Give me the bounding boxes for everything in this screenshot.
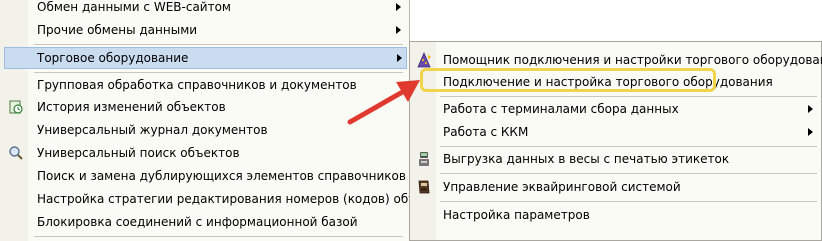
submenu-arrow-icon [396, 3, 401, 11]
menu-separator [440, 146, 817, 147]
submenu-item-kkm[interactable]: Работа с ККМ [410, 121, 821, 143]
menu-item-universal-search[interactable]: Универсальный поиск объектов [0, 142, 409, 164]
submenu-arrow-icon [808, 105, 813, 113]
menu-separator [440, 201, 817, 202]
menu-separator [34, 44, 403, 45]
menu-item-label: Обмен данными с WEB-сайтом [37, 0, 231, 14]
annotation-arrow-icon [347, 80, 420, 125]
menu-item-other-exchange[interactable]: Прочие обмены данными [0, 19, 409, 41]
submenu-item-scales-export[interactable]: Выгрузка данных в весы с печатью этикето… [410, 148, 821, 170]
menu-separator [440, 173, 817, 174]
menu-item-duplicates[interactable]: Поиск и замена дублирующихся элементов с… [0, 165, 409, 187]
submenu-item-label: Выгрузка данных в весы с печатью этикето… [443, 152, 730, 166]
menu-item-lock-connections[interactable]: Блокировка соединений с информационной б… [0, 211, 409, 233]
submenu-arrow-icon [808, 128, 813, 136]
menu-item-label: Настройка стратегии редактирования номер… [37, 192, 453, 206]
scales-icon [415, 150, 433, 168]
menu-separator [440, 96, 817, 97]
menu-item-numbering-strategy[interactable]: Настройка стратегии редактирования номер… [0, 188, 453, 210]
menu-item-label: Групповая обработка справочников и докум… [37, 78, 357, 92]
annotation-highlight-box [420, 68, 716, 92]
menu-item-label: Торговое оборудование [37, 51, 189, 65]
submenu-arrow-icon [396, 26, 401, 34]
card-terminal-icon [415, 178, 433, 196]
menu-separator [34, 236, 403, 237]
menu-item-label: Прочие обмены данными [37, 23, 198, 37]
menu-item-web-exchange[interactable]: Обмен данными с WEB-сайтом [0, 0, 409, 18]
submenu-item-label: Управление эквайринговой системой [443, 180, 681, 194]
menu-item-trade-equipment[interactable]: Торговое оборудование [4, 47, 407, 69]
menu-item-label: Блокировка соединений с информационной б… [37, 215, 358, 229]
wizard-hat-icon [415, 51, 433, 69]
submenu-item-label: Помощник подключения и настройки торгово… [443, 53, 822, 67]
menu-item-label: Универсальный журнал документов [37, 123, 268, 137]
menu-item-label: Поиск и замена дублирующихся элементов с… [37, 169, 406, 183]
submenu-item-label: Настройка параметров [443, 208, 590, 222]
history-icon [8, 99, 24, 115]
submenu-item-label: Работа с ККМ [443, 125, 529, 139]
submenu-item-acquiring[interactable]: Управление эквайринговой системой [410, 176, 821, 198]
submenu-item-data-terminals[interactable]: Работа с терминалами сбора данных [410, 98, 821, 120]
submenu-item-label: Работа с терминалами сбора данных [443, 102, 679, 116]
menu-item-label: Универсальный поиск объектов [37, 146, 240, 160]
submenu-item-settings[interactable]: Настройка параметров [410, 204, 821, 226]
magnifier-icon [8, 145, 24, 161]
menu-item-label: История изменений объектов [37, 100, 226, 114]
submenu-arrow-icon [397, 54, 402, 62]
